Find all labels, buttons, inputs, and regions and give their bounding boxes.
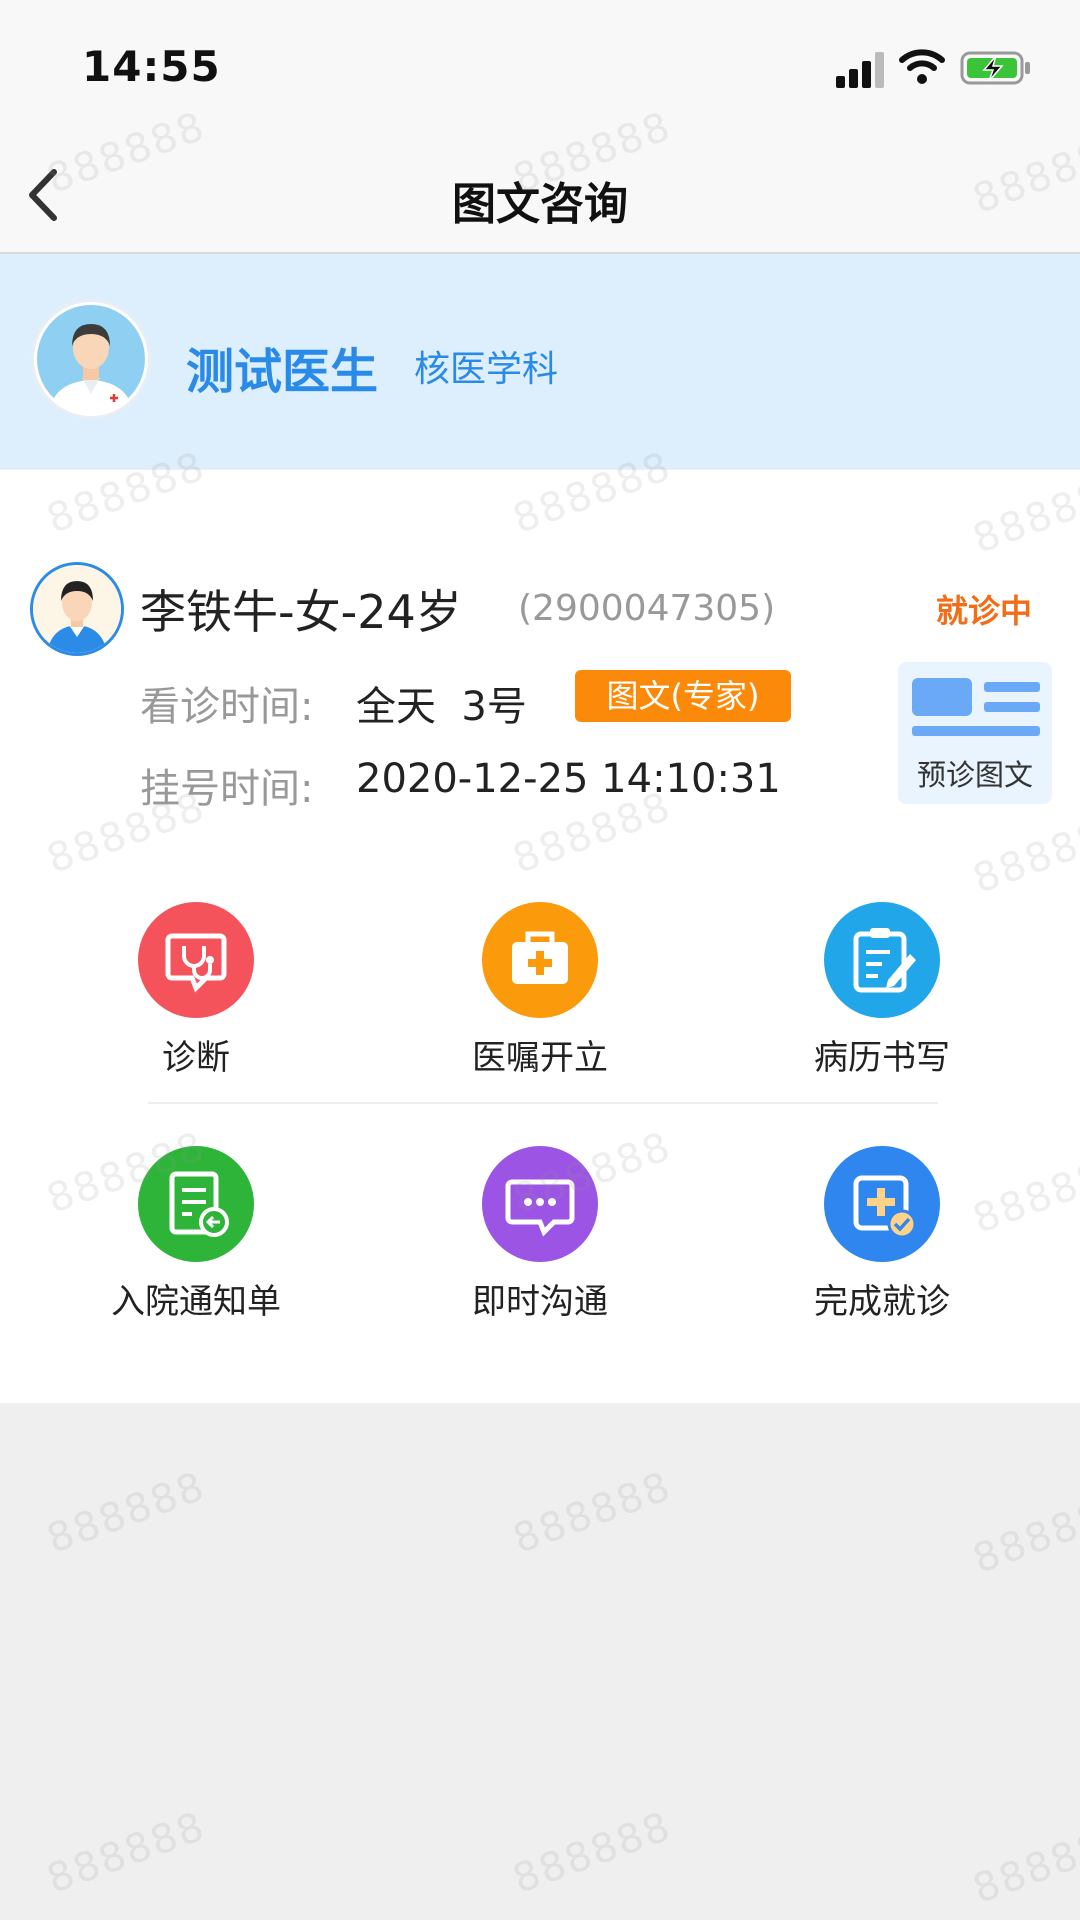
status-badge: 就诊中 bbox=[936, 592, 1033, 630]
watermark: 888888 bbox=[507, 1463, 678, 1563]
action-instant-chat[interactable]: 即时沟通 bbox=[420, 1146, 660, 1322]
page-title: 图文咨询 bbox=[452, 179, 628, 230]
action-orders-label: 医嘱开立 bbox=[472, 1038, 608, 1078]
action-complete-visit[interactable]: 完成就诊 bbox=[762, 1146, 1002, 1322]
action-diagnosis[interactable]: 诊断 bbox=[76, 902, 316, 1078]
clipboard-edit-icon bbox=[824, 902, 940, 1018]
doctor-name: 测试医生 bbox=[186, 344, 379, 400]
register-time-value: 2020-12-25 14:10:31 bbox=[356, 756, 781, 802]
consult-type-tag: 图文(专家) bbox=[575, 670, 791, 722]
status-bar: 14:55 bbox=[0, 0, 1080, 140]
patient-avatar bbox=[30, 562, 124, 656]
action-medical-record[interactable]: 病历书写 bbox=[762, 902, 1002, 1078]
action-orders[interactable]: 医嘱开立 bbox=[420, 902, 660, 1078]
watermark: 888888 bbox=[41, 1803, 212, 1903]
divider bbox=[148, 1102, 938, 1104]
action-complete-visit-label: 完成就诊 bbox=[814, 1282, 950, 1322]
medical-kit-icon bbox=[482, 902, 598, 1018]
action-diagnosis-label: 诊断 bbox=[162, 1038, 230, 1078]
patient-name: 李铁牛-女-24岁 bbox=[140, 585, 462, 639]
doctor-header: 测试医生 核医学科 bbox=[0, 254, 1080, 469]
status-time: 14:55 bbox=[82, 42, 221, 91]
document-return-icon bbox=[138, 1146, 254, 1262]
patient-id: (2900047305) bbox=[518, 588, 776, 629]
navigation-bar: 图文咨询 bbox=[0, 140, 1080, 254]
consultation-card: 李铁牛-女-24岁 (2900047305) 就诊中 看诊时间: 全天 3号 图… bbox=[0, 470, 1080, 1403]
preview-consult-button[interactable]: 预诊图文 bbox=[898, 662, 1052, 804]
chat-bubble-icon bbox=[482, 1146, 598, 1262]
visit-time-label: 看诊时间: bbox=[140, 684, 314, 730]
doctor-avatar bbox=[34, 302, 148, 416]
wifi-icon bbox=[899, 49, 945, 84]
doctor-department: 核医学科 bbox=[414, 349, 559, 390]
visit-time-value: 全天 3号 bbox=[356, 684, 527, 730]
action-instant-chat-label: 即时沟通 bbox=[472, 1282, 608, 1322]
watermark: 888888 bbox=[41, 1463, 212, 1563]
action-admission-notice-label: 入院通知单 bbox=[111, 1282, 281, 1322]
preview-consult-label: 预诊图文 bbox=[916, 758, 1033, 792]
watermark: 888888 bbox=[507, 1803, 678, 1903]
stethoscope-chat-icon bbox=[138, 902, 254, 1018]
watermark: 888888 bbox=[967, 1483, 1080, 1583]
watermark: 888888 bbox=[967, 1813, 1080, 1913]
action-medical-record-label: 病历书写 bbox=[814, 1038, 950, 1078]
medical-check-icon bbox=[824, 1146, 940, 1262]
image-text-icon bbox=[912, 678, 1040, 736]
battery-charging-icon bbox=[960, 51, 1030, 85]
register-time-label: 挂号时间: bbox=[140, 766, 314, 812]
action-admission-notice[interactable]: 入院通知单 bbox=[76, 1146, 316, 1322]
cellular-signal-icon bbox=[836, 52, 886, 88]
